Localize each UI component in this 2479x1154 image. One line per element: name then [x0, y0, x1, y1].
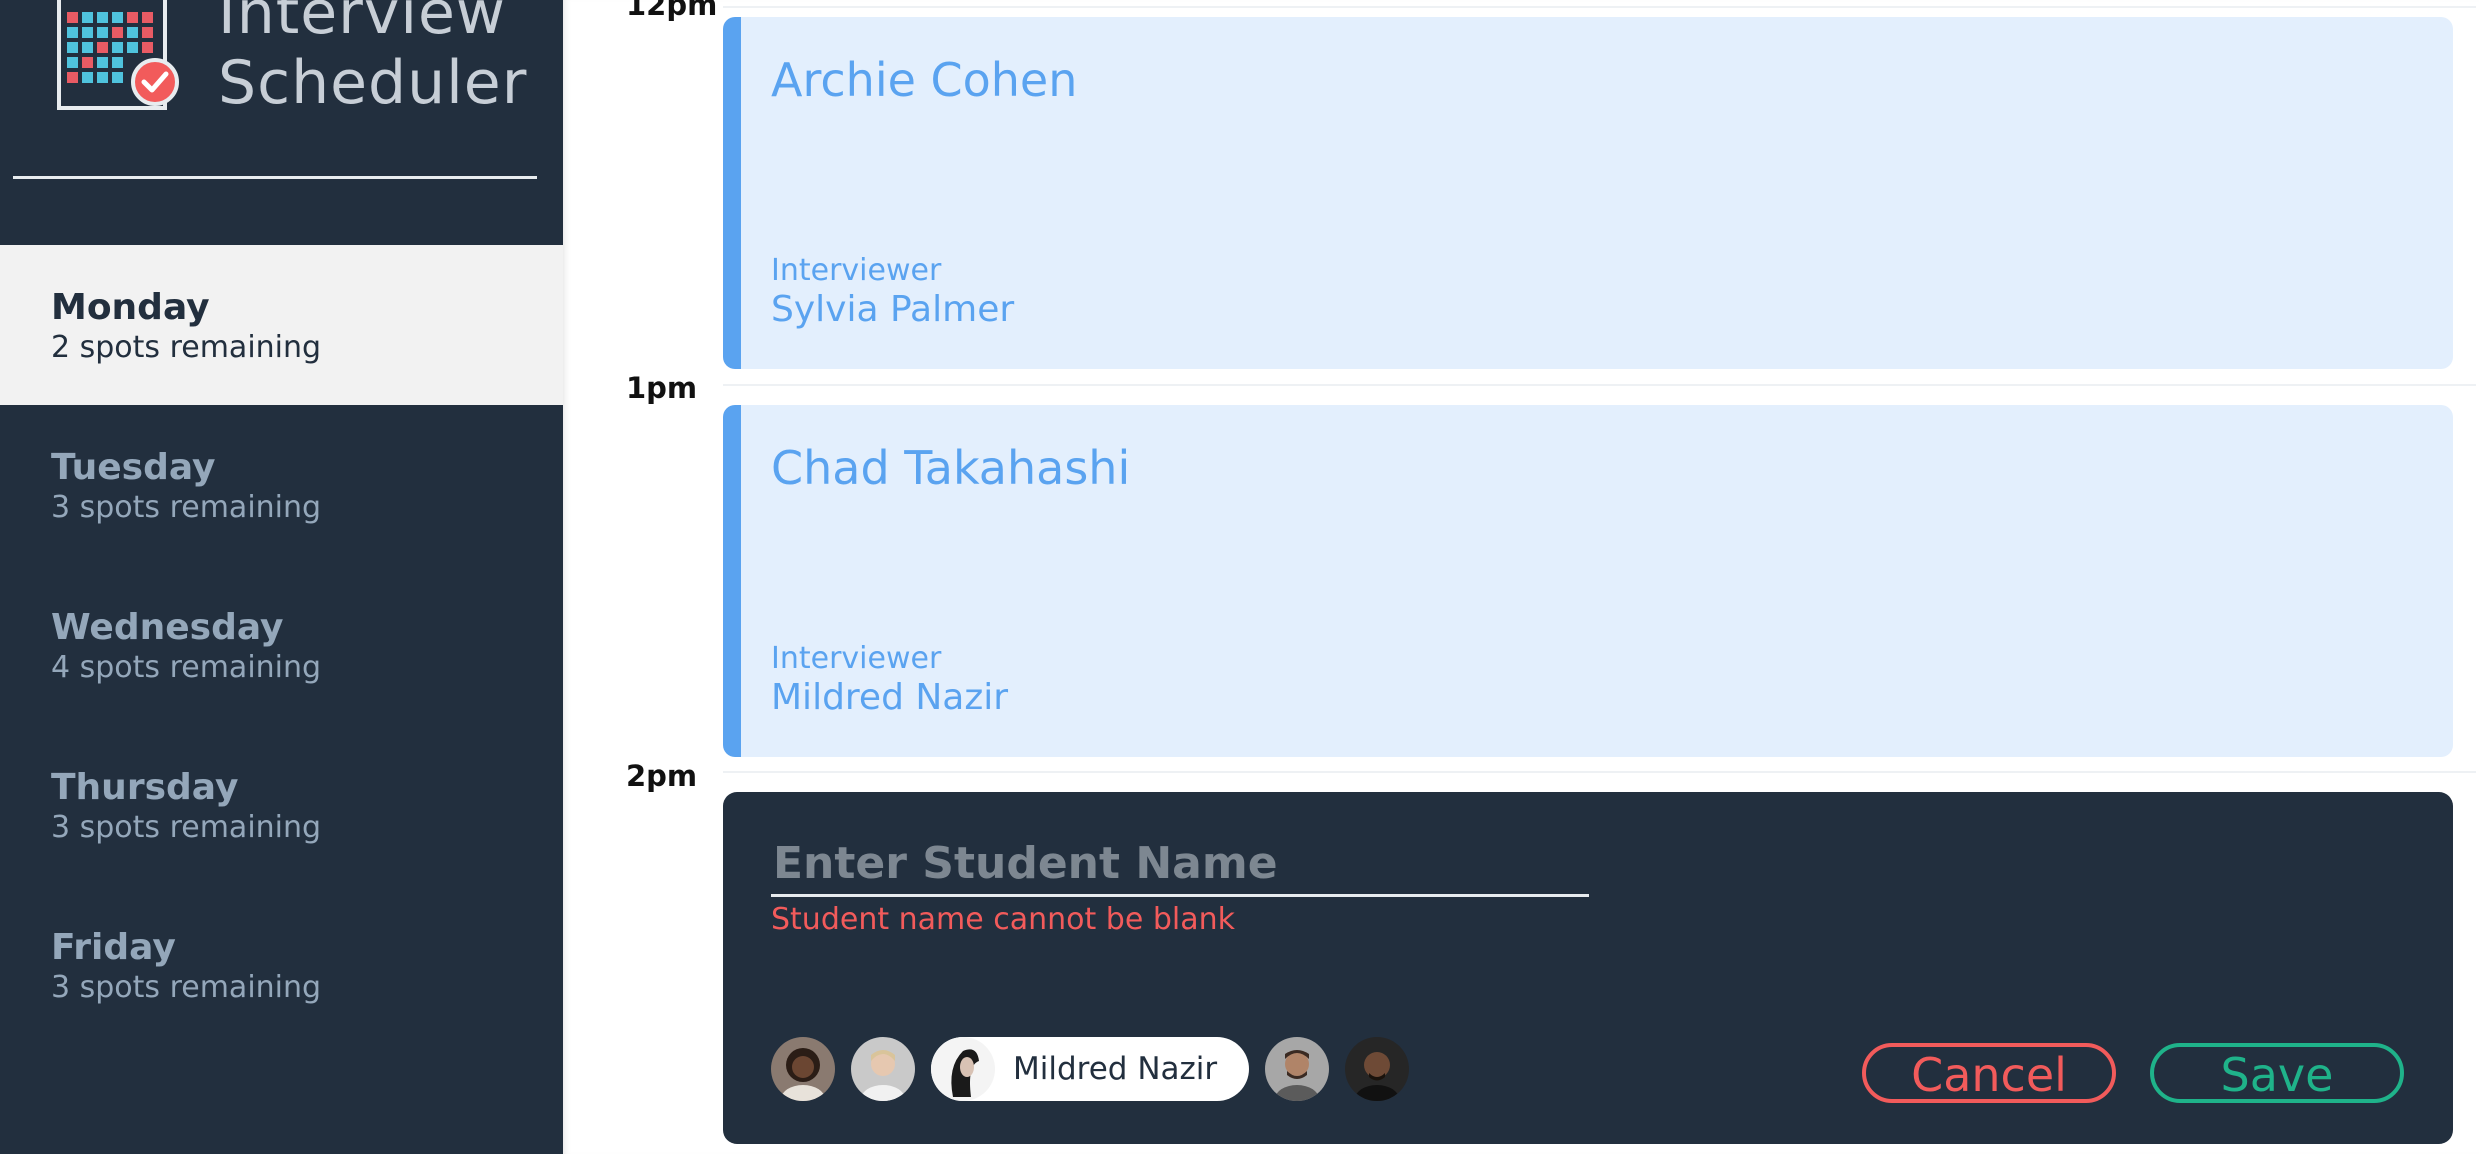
interviewer-name: Sylvia Palmer	[771, 289, 1015, 330]
avatar-icon	[1345, 1037, 1410, 1101]
time-label-2pm: 2pm	[626, 759, 698, 793]
interviewer-list: Mildred Nazir	[771, 1037, 1410, 1101]
day-spots: 4 spots remaining	[51, 650, 322, 685]
time-separator	[723, 384, 2476, 386]
interviewer-avatar[interactable]	[1265, 1037, 1330, 1101]
time-label-1pm: 1pm	[626, 371, 698, 405]
day-item-tuesday[interactable]: Tuesday 3 spots remaining	[0, 405, 563, 565]
appointment-card[interactable]: Archie Cohen Interviewer Sylvia Palmer	[723, 17, 2453, 369]
avatar-icon	[1265, 1037, 1330, 1101]
interviewer-name: Mildred Nazir	[1013, 1051, 1218, 1087]
day-spots: 3 spots remaining	[51, 970, 322, 1005]
cancel-button[interactable]: Cancel	[1862, 1043, 2116, 1103]
avatar-icon	[771, 1037, 835, 1101]
day-spots: 3 spots remaining	[51, 490, 322, 525]
day-spots: 2 spots remaining	[51, 330, 322, 365]
app-title: Interview Scheduler	[218, 0, 528, 118]
calendar-check-icon	[57, 0, 179, 110]
day-name: Monday	[51, 287, 210, 328]
sidebar: Interview Scheduler Monday 2 spots remai…	[0, 0, 563, 1154]
day-item-wednesday[interactable]: Wednesday 4 spots remaining	[0, 565, 563, 725]
interviewer-selected[interactable]: Mildred Nazir	[931, 1037, 1250, 1101]
interviewer-avatar[interactable]	[1345, 1037, 1410, 1101]
day-item-thursday[interactable]: Thursday 3 spots remaining	[0, 725, 563, 885]
interviewer-name: Mildred Nazir	[771, 677, 1009, 718]
day-item-monday[interactable]: Monday 2 spots remaining	[0, 245, 563, 405]
interviewer-label: Interviewer	[771, 253, 942, 288]
interviewer-avatar[interactable]	[851, 1037, 915, 1101]
interviewer-label: Interviewer	[771, 641, 942, 676]
time-separator	[723, 771, 2476, 773]
interviewer-avatar[interactable]	[771, 1037, 835, 1101]
student-name-input[interactable]	[771, 832, 1589, 897]
avatar-icon	[931, 1037, 995, 1101]
day-name: Thursday	[51, 767, 239, 808]
time-label-12pm: 12pm	[626, 0, 718, 22]
time-separator	[723, 6, 2476, 8]
day-list: Monday 2 spots remaining Tuesday 3 spots…	[0, 245, 563, 1045]
sidebar-divider	[13, 176, 537, 179]
day-name: Wednesday	[51, 607, 284, 648]
day-name: Tuesday	[51, 447, 216, 488]
appointment-form: Student name cannot be blank	[723, 792, 2453, 1144]
student-name: Chad Takahashi	[771, 441, 1131, 495]
day-spots: 3 spots remaining	[51, 810, 322, 845]
day-name: Friday	[51, 927, 176, 968]
schedule: 12pm Archie Cohen Interviewer Sylvia Pal…	[563, 0, 2479, 1154]
day-item-friday[interactable]: Friday 3 spots remaining	[0, 885, 563, 1045]
interviewer-avatar	[931, 1037, 995, 1101]
validation-error: Student name cannot be blank	[771, 902, 1235, 937]
save-button[interactable]: Save	[2150, 1043, 2404, 1103]
appointment-card[interactable]: Chad Takahashi Interviewer Mildred Nazir	[723, 405, 2453, 757]
avatar-icon	[851, 1037, 915, 1101]
student-name: Archie Cohen	[771, 53, 1078, 107]
